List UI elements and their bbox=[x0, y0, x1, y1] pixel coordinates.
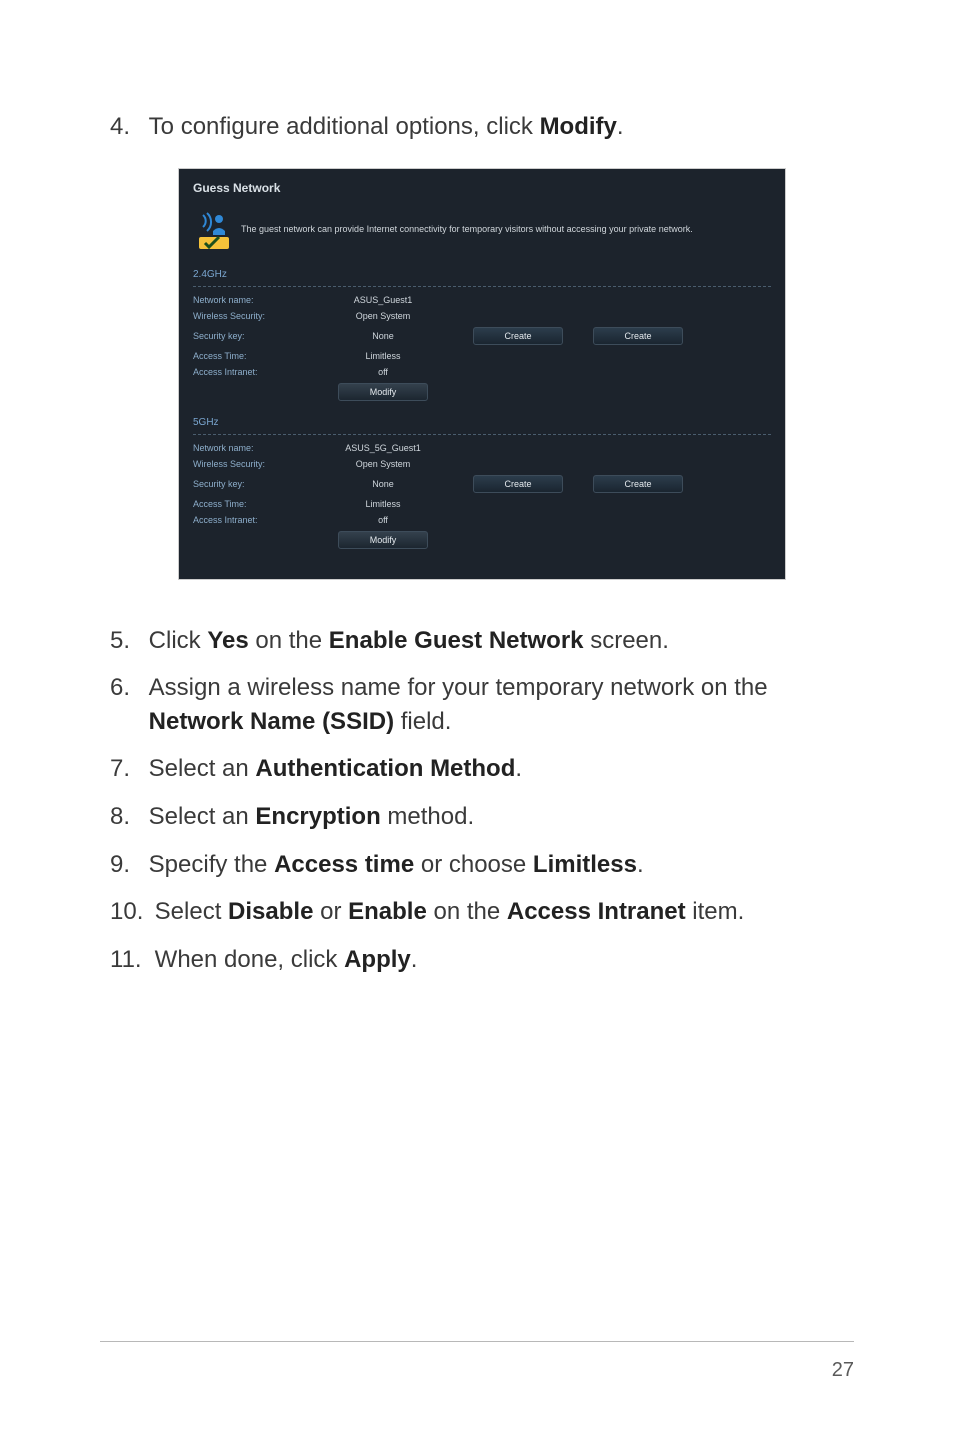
router-panel: Guess Network The guest network can prov… bbox=[178, 168, 786, 580]
value-network-name: ASUS_5G_Guest1 bbox=[323, 443, 443, 453]
create-button[interactable]: Create bbox=[473, 475, 563, 493]
step-10: 10. Select Disable or Enable on the Acce… bbox=[110, 895, 854, 929]
step-num: 5. bbox=[110, 624, 142, 658]
band-title-24: 2.4GHz bbox=[193, 269, 771, 280]
panel-title: Guess Network bbox=[193, 181, 771, 195]
page-number: 27 bbox=[832, 1359, 854, 1382]
value-access-intranet: off bbox=[323, 515, 443, 525]
step-9: 9. Specify the Access time or choose Lim… bbox=[110, 848, 854, 882]
step-8: 8. Select an Encryption method. bbox=[110, 800, 854, 834]
label-access-time: Access Time: bbox=[193, 499, 323, 509]
value-access-intranet: off bbox=[323, 367, 443, 377]
step-num: 7. bbox=[110, 752, 142, 786]
label-access-intranet: Access Intranet: bbox=[193, 515, 323, 525]
step-11: 11. When done, click Apply. bbox=[110, 943, 854, 977]
step-num: 11. bbox=[110, 943, 148, 977]
label-network-name: Network name: bbox=[193, 443, 323, 453]
band-24ghz: 2.4GHz Network name: ASUS_Guest1 Wireles… bbox=[193, 269, 771, 401]
band-5ghz: 5GHz Network name: ASUS_5G_Guest1 Wirele… bbox=[193, 417, 771, 549]
panel-header: The guest network can provide Internet c… bbox=[193, 209, 771, 251]
divider bbox=[193, 434, 771, 435]
value-security-key: None bbox=[323, 331, 443, 341]
step-5: 5. Click Yes on the Enable Guest Network… bbox=[110, 624, 854, 658]
value-access-time: Limitless bbox=[323, 351, 443, 361]
step-num: 4. bbox=[110, 110, 142, 144]
value-wireless-security: Open System bbox=[323, 459, 443, 469]
modify-button[interactable]: Modify bbox=[338, 383, 428, 401]
step-num: 6. bbox=[110, 671, 142, 705]
guest-network-icon bbox=[193, 209, 235, 251]
create-button[interactable]: Create bbox=[593, 327, 683, 345]
label-wireless-security: Wireless Security: bbox=[193, 459, 323, 469]
step-7: 7. Select an Authentication Method. bbox=[110, 752, 854, 786]
step-6: 6. Assign a wireless name for your tempo… bbox=[110, 671, 854, 738]
label-access-time: Access Time: bbox=[193, 351, 323, 361]
label-wireless-security: Wireless Security: bbox=[193, 311, 323, 321]
band-title-5: 5GHz bbox=[193, 417, 771, 428]
value-network-name: ASUS_Guest1 bbox=[323, 295, 443, 305]
step-num: 9. bbox=[110, 848, 142, 882]
label-access-intranet: Access Intranet: bbox=[193, 367, 323, 377]
step-bold: Modify bbox=[540, 113, 617, 140]
label-network-name: Network name: bbox=[193, 295, 323, 305]
value-wireless-security: Open System bbox=[323, 311, 443, 321]
label-security-key: Security key: bbox=[193, 479, 323, 489]
create-button[interactable]: Create bbox=[473, 327, 563, 345]
value-access-time: Limitless bbox=[323, 499, 443, 509]
divider bbox=[193, 286, 771, 287]
panel-description: The guest network can provide Internet c… bbox=[241, 224, 693, 236]
label-security-key: Security key: bbox=[193, 331, 323, 341]
step-num: 10. bbox=[110, 895, 148, 929]
step-text: To configure additional options, click bbox=[149, 113, 540, 140]
footer-divider bbox=[100, 1341, 854, 1342]
create-button[interactable]: Create bbox=[593, 475, 683, 493]
step-4: 4. To configure additional options, clic… bbox=[110, 110, 854, 144]
step-text-end: . bbox=[617, 113, 624, 140]
modify-button[interactable]: Modify bbox=[338, 531, 428, 549]
step-num: 8. bbox=[110, 800, 142, 834]
value-security-key: None bbox=[323, 479, 443, 489]
